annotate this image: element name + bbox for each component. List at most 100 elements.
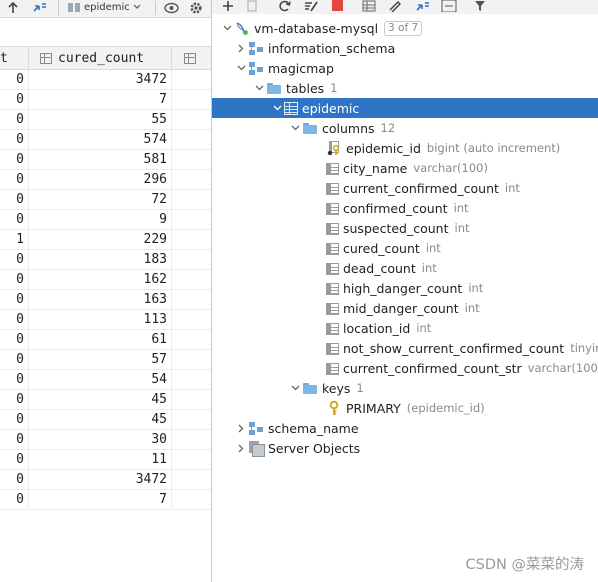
tree-node-keys[interactable]: keys 1 bbox=[212, 378, 598, 398]
grid-cell[interactable]: 0 bbox=[0, 310, 28, 330]
grid-cell[interactable]: 0 bbox=[0, 290, 28, 310]
chevron-down-icon[interactable] bbox=[220, 18, 234, 38]
tree-node-column[interactable]: cured_count int bbox=[212, 238, 598, 258]
tree-node-schema-name[interactable]: schema_name bbox=[212, 418, 598, 438]
table-row[interactable]: 07 bbox=[0, 490, 211, 510]
grid-cell-cured-count[interactable]: 7 bbox=[29, 90, 171, 110]
grid-cell-cured-count[interactable]: 54 bbox=[29, 370, 171, 390]
grid-cell[interactable]: 0 bbox=[0, 350, 28, 370]
edit-icon[interactable] bbox=[388, 0, 402, 13]
gear-icon[interactable] bbox=[189, 0, 203, 16]
table-row[interactable]: 0 72 bbox=[0, 190, 211, 210]
chevron-down-icon[interactable] bbox=[234, 58, 248, 78]
grid-cell[interactable]: 0 bbox=[0, 330, 28, 350]
tree-node-columns[interactable]: columns 12 bbox=[212, 118, 598, 138]
grid-cell[interactable]: 0 bbox=[0, 450, 28, 470]
grid-cell-cured-count[interactable]: 163 bbox=[29, 290, 171, 310]
tree-node-server-objects[interactable]: Server Objects bbox=[212, 438, 598, 458]
chevron-down-icon[interactable] bbox=[288, 378, 302, 398]
table-row[interactable]: 0 11 bbox=[0, 450, 211, 470]
column-header[interactable] bbox=[184, 47, 211, 69]
query-console-icon[interactable] bbox=[441, 0, 457, 13]
tree-node-magicmap[interactable]: magicmap bbox=[212, 58, 598, 78]
grid-cell-cured-count[interactable]: 296 bbox=[29, 170, 171, 190]
tree-node-column[interactable]: high_danger_count int bbox=[212, 278, 598, 298]
table-row[interactable]: 0 3472 bbox=[0, 470, 211, 490]
jump-to-icon[interactable] bbox=[32, 0, 48, 16]
table-view-icon[interactable] bbox=[362, 0, 376, 12]
grid-cell[interactable]: 0 bbox=[0, 390, 28, 410]
grid-cell-cured-count[interactable]: 113 bbox=[29, 310, 171, 330]
grid-cell[interactable]: 0 bbox=[0, 410, 28, 430]
grid-cell[interactable]: 0 bbox=[0, 90, 28, 110]
tree-node-column[interactable]: location_id int bbox=[212, 318, 598, 338]
grid-cell-cured-count[interactable]: 183 bbox=[29, 250, 171, 270]
refresh-icon[interactable] bbox=[278, 0, 291, 12]
tree-node-epidemic-table[interactable]: epidemic bbox=[212, 98, 598, 118]
eye-icon[interactable] bbox=[164, 0, 179, 16]
grid-cell-cured-count[interactable]: 61 bbox=[29, 330, 171, 350]
grid-cell-cured-count[interactable]: 30 bbox=[29, 430, 171, 450]
tree-node-column[interactable]: current_confirmed_count_str varchar(100) bbox=[212, 358, 598, 378]
grid-cell[interactable]: 0 bbox=[0, 270, 28, 290]
column-divider[interactable] bbox=[28, 47, 29, 69]
table-selector[interactable]: epidemic bbox=[68, 0, 141, 14]
tree-node-column[interactable]: confirmed_count int bbox=[212, 198, 598, 218]
tree-node-tables[interactable]: tables 1 bbox=[212, 78, 598, 98]
table-row[interactable]: 09 bbox=[0, 210, 211, 230]
table-row[interactable]: 0 162 bbox=[0, 270, 211, 290]
grid-cell[interactable]: 0 bbox=[0, 170, 28, 190]
table-row[interactable]: 0 163 bbox=[0, 290, 211, 310]
table-row[interactable]: 0 3472 bbox=[0, 70, 211, 90]
table-row[interactable]: 0 574 bbox=[0, 130, 211, 150]
grid-cell[interactable]: 0 bbox=[0, 470, 28, 490]
table-row[interactable]: 0 296 bbox=[0, 170, 211, 190]
tree-node-primary-key[interactable]: PRIMARY (epidemic_id) bbox=[212, 398, 598, 418]
table-row[interactable]: 0 581 bbox=[0, 150, 211, 170]
schema-count-badge[interactable]: 3 of 7 bbox=[384, 20, 423, 36]
grid-cell[interactable]: 0 bbox=[0, 430, 28, 450]
filter-icon[interactable] bbox=[474, 0, 486, 12]
column-header-cured-count[interactable]: cured_count bbox=[40, 47, 170, 69]
table-row[interactable]: 0 113 bbox=[0, 310, 211, 330]
grid-cell[interactable]: 0 bbox=[0, 210, 28, 230]
grid-cell[interactable]: 0 bbox=[0, 490, 28, 510]
grid-cell-cured-count[interactable]: 55 bbox=[29, 110, 171, 130]
tree-node-column[interactable]: epidemic_id bigint (auto increment) bbox=[212, 138, 598, 158]
grid-cell-cured-count[interactable]: 9 bbox=[29, 210, 171, 230]
tree-node-information-schema[interactable]: information_schema bbox=[212, 38, 598, 58]
grid-cell[interactable]: 0 bbox=[0, 150, 28, 170]
table-row[interactable]: 0 183 bbox=[0, 250, 211, 270]
chevron-down-icon[interactable] bbox=[288, 118, 302, 138]
table-row[interactable]: 1 229 bbox=[0, 230, 211, 250]
table-row[interactable]: 0 57 bbox=[0, 350, 211, 370]
tree-node-column[interactable]: not_show_current_confirmed_count tinyint bbox=[212, 338, 598, 358]
arrow-up-icon[interactable] bbox=[8, 0, 18, 16]
tree-node-column[interactable]: dead_count int bbox=[212, 258, 598, 278]
grid-cell-cured-count[interactable]: 72 bbox=[29, 190, 171, 210]
chevron-down-icon[interactable] bbox=[252, 78, 266, 98]
jump-to-icon[interactable] bbox=[415, 0, 431, 12]
table-row[interactable]: 07 bbox=[0, 90, 211, 110]
tree-node-column[interactable]: city_name varchar(100) bbox=[212, 158, 598, 178]
grid-cell-cured-count[interactable]: 574 bbox=[29, 130, 171, 150]
grid-cell[interactable]: 0 bbox=[0, 250, 28, 270]
grid-cell-cured-count[interactable]: 11 bbox=[29, 450, 171, 470]
column-header[interactable]: t bbox=[0, 47, 28, 69]
chevron-right-icon[interactable] bbox=[234, 38, 248, 58]
grid-cell-cured-count[interactable]: 581 bbox=[29, 150, 171, 170]
tree-node-column[interactable]: current_confirmed_count int bbox=[212, 178, 598, 198]
grid-cell[interactable]: 0 bbox=[0, 130, 28, 150]
stop-icon[interactable] bbox=[332, 0, 343, 12]
table-row[interactable]: 0 45 bbox=[0, 410, 211, 430]
grid-cell[interactable]: 0 bbox=[0, 110, 28, 130]
grid-cell[interactable]: 0 bbox=[0, 190, 28, 210]
edit-schema-icon[interactable] bbox=[304, 0, 318, 12]
tree-node-column[interactable]: mid_danger_count int bbox=[212, 298, 598, 318]
grid-cell-cured-count[interactable]: 45 bbox=[29, 390, 171, 410]
duplicate-icon[interactable] bbox=[246, 0, 258, 12]
grid-cell-cured-count[interactable]: 229 bbox=[29, 230, 171, 250]
grid-cell-cured-count[interactable]: 57 bbox=[29, 350, 171, 370]
chevron-right-icon[interactable] bbox=[234, 438, 248, 458]
table-row[interactable]: 0 45 bbox=[0, 390, 211, 410]
